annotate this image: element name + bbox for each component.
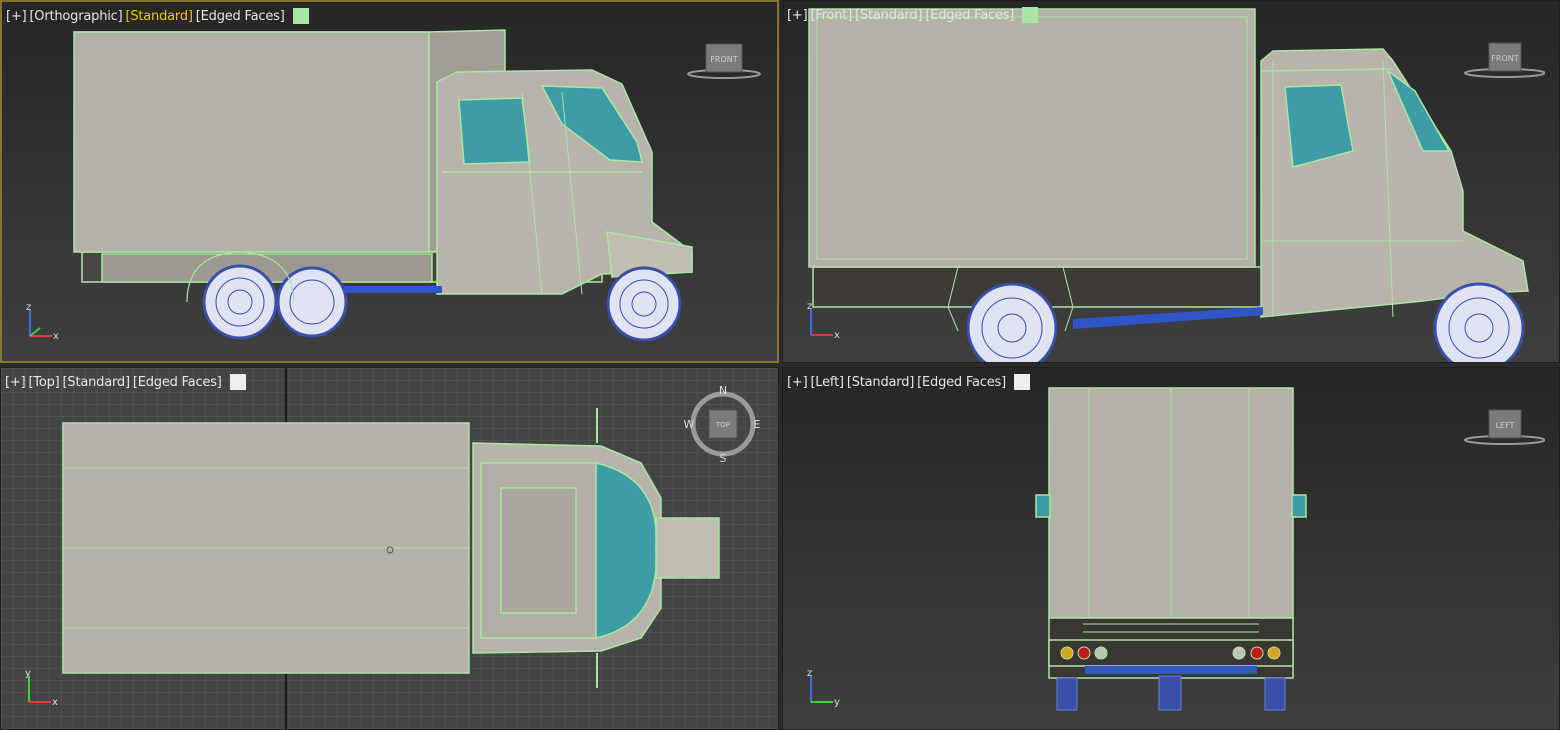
viewport-label-top[interactable]: [+] [Top] [Standard] [Edged Faces] [5, 374, 249, 390]
viewport-top[interactable]: [+] [Top] [Standard] [Edged Faces] TOP N… [0, 367, 779, 730]
view-type-menu[interactable]: [Orthographic] [29, 9, 122, 24]
shading-mode-menu[interactable]: [Standard] [63, 375, 130, 390]
compass-viewcube-icon[interactable]: TOP N S E W [683, 384, 763, 464]
axis-tripod-icon: z x [26, 302, 59, 342]
viewcube-face-label: FRONT [710, 55, 737, 64]
color-swatch[interactable] [1013, 374, 1030, 390]
viewport-label-front[interactable]: [+] [Front] [Standard] [Edged Faces] [787, 7, 1041, 23]
axis-z-label: z [807, 301, 812, 312]
viewport-label-orthographic[interactable]: [+] [Orthographic] [Standard] [Edged Fac… [6, 8, 312, 24]
axis-z-label: z [26, 302, 31, 313]
viewcube-face-label: LEFT [1496, 421, 1515, 430]
color-swatch[interactable] [1022, 7, 1039, 23]
viewcube-face-label: FRONT [1491, 54, 1518, 63]
viewport-front[interactable]: [+] [Front] [Standard] [Edged Faces] FRO… [782, 0, 1560, 363]
view-type-menu[interactable]: [Front] [810, 8, 852, 23]
shading-mode-menu[interactable]: [Standard] [125, 9, 192, 24]
view-type-menu[interactable]: [Top] [28, 375, 59, 390]
axis-y-label: y [834, 697, 840, 708]
viewport-menu-button[interactable]: [+] [787, 8, 808, 23]
color-swatch[interactable] [229, 374, 246, 390]
compass-north-label: N [719, 384, 727, 397]
truck-model-top[interactable] [1, 368, 779, 730]
shading-mode-menu[interactable]: [Standard] [855, 8, 922, 23]
viewcube-icon[interactable]: FRONT [686, 40, 762, 82]
viewport-menu-button[interactable]: [+] [787, 375, 808, 390]
shading-mode-menu[interactable]: [Standard] [847, 375, 914, 390]
viewport-menu-button[interactable]: [+] [6, 9, 27, 24]
truck-model-left[interactable] [783, 368, 1560, 730]
viewcube-icon[interactable]: FRONT [1463, 39, 1545, 81]
viewport-menu-button[interactable]: [+] [5, 375, 26, 390]
axis-z-label: z [807, 668, 812, 679]
axis-tripod-icon: z y [807, 668, 840, 708]
edge-mode-menu[interactable]: [Edged Faces] [917, 375, 1006, 390]
view-type-menu[interactable]: [Left] [810, 375, 844, 390]
axis-tripod-icon: z x [807, 301, 840, 341]
axis-x-label: x [53, 331, 59, 342]
viewport-left[interactable]: [+] [Left] [Standard] [Edged Faces] LEFT… [782, 367, 1560, 730]
axis-tripod-icon: y x [25, 668, 58, 708]
viewcube-face-label: TOP [715, 421, 730, 429]
edge-mode-menu[interactable]: [Edged Faces] [133, 375, 222, 390]
color-swatch[interactable] [292, 8, 309, 24]
compass-south-label: S [720, 452, 727, 464]
compass-east-label: E [754, 418, 761, 431]
axis-x-label: x [52, 697, 58, 708]
edge-mode-menu[interactable]: [Edged Faces] [196, 9, 285, 24]
compass-west-label: W [684, 418, 695, 431]
axis-y-label: y [25, 668, 31, 679]
truck-model-front[interactable] [783, 1, 1560, 363]
truck-model-orthographic[interactable] [2, 2, 779, 363]
viewcube-icon[interactable]: LEFT [1463, 406, 1545, 448]
viewport-label-left[interactable]: [+] [Left] [Standard] [Edged Faces] [787, 374, 1033, 390]
edge-mode-menu[interactable]: [Edged Faces] [925, 8, 1014, 23]
axis-x-label: x [834, 330, 840, 341]
viewport-orthographic[interactable]: [+] [Orthographic] [Standard] [Edged Fac… [0, 0, 779, 363]
